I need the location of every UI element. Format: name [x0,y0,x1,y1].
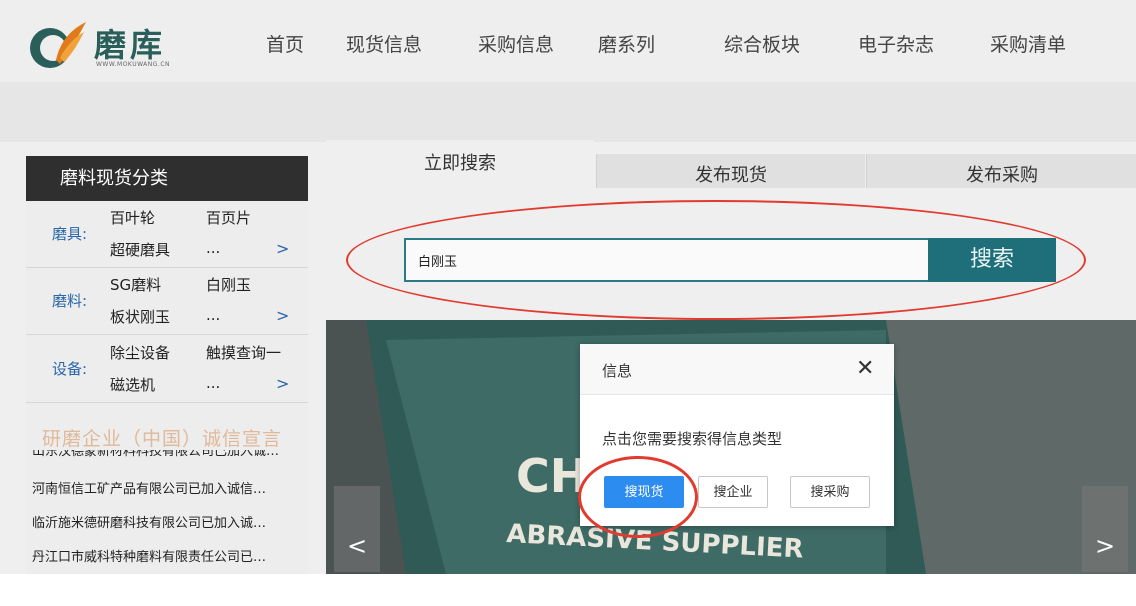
category-item[interactable]: 百叶轮 [110,207,155,228]
category-row-equipment: 设备: 除尘设备 触摸查询一 磁选机 ... > [26,336,308,403]
search-input[interactable] [404,238,928,282]
category-label: 磨具: [52,225,88,243]
category-label: 设备: [52,360,88,378]
tab-search-now[interactable]: 立即搜索 [326,140,594,188]
site-logo[interactable]: 磨库 WWW.MOKUWANG.CN [26,18,170,74]
info-dialog: 信息 ✕ 点击您需要搜索得信息类型 搜现货 搜企业 搜采购 [580,344,894,526]
header-band [0,82,1136,142]
category-more[interactable]: ... [206,239,220,257]
news-item[interactable]: 丹江口市威科特种磨料有限责任公司已… [32,546,266,565]
chevron-right-icon[interactable]: > [276,374,289,393]
integrity-slogan: 研磨企业（中国）诚信宣言 [42,428,283,450]
category-item[interactable]: 白刚玉 [206,274,251,295]
category-item[interactable]: 除尘设备 [110,342,170,363]
category-sidebar: 磨料现货分类 磨具: 百叶轮 百页片 超硬磨具 ... > 磨料: SG磨料 白… [26,156,308,574]
nav-purchase-list[interactable]: 采购清单 [990,30,1066,57]
banner-line1: CH [516,449,588,503]
nav-magazine[interactable]: 电子杂志 [858,30,934,57]
close-icon[interactable]: ✕ [856,356,874,381]
dialog-message: 点击您需要搜索得信息类型 [602,430,783,448]
banner-next-button[interactable]: > [1082,486,1128,572]
category-item[interactable]: 磁选机 [110,374,155,395]
logo-text: 磨库 [94,26,167,64]
dialog-header: 信息 ✕ [580,344,894,395]
category-label: 磨料: [52,292,88,310]
category-item[interactable]: 超硬磨具 [110,239,170,260]
category-item[interactable]: 触摸查询一 [206,342,281,363]
chevron-right-icon[interactable]: > [276,239,289,258]
category-row-tools: 磨具: 百叶轮 百页片 超硬磨具 ... > [26,201,308,268]
category-row-abrasives: 磨料: SG磨料 白刚玉 板状刚玉 ... > [26,268,308,335]
logo-icon [30,22,86,68]
category-item[interactable]: 板状刚玉 [110,306,170,327]
news-item[interactable]: 山东汉德蒙新材料科技有限公司已加入诚… [32,450,279,459]
search-stock-button[interactable]: 搜现货 [604,476,684,508]
category-item[interactable]: 百页片 [206,207,251,228]
chevron-right-icon[interactable]: > [276,306,289,325]
logo-url: WWW.MOKUWANG.CN [96,61,171,68]
nav-stock-info[interactable]: 现货信息 [346,30,422,57]
nav-purchase-info[interactable]: 采购信息 [478,30,554,57]
nav-general[interactable]: 综合板块 [724,30,800,57]
news-item[interactable]: 河南恒信工矿产品有限公司已加入诚信… [32,478,266,497]
nav-home[interactable]: 首页 [266,30,304,57]
banner-prev-button[interactable]: < [334,486,380,572]
dialog-title: 信息 [602,362,633,380]
sidebar-title: 磨料现货分类 [26,156,308,201]
category-more[interactable]: ... [206,306,220,324]
search-company-button[interactable]: 搜企业 [698,476,768,508]
nav-series[interactable]: 磨系列 [598,30,655,57]
search-purchase-button[interactable]: 搜采购 [790,476,870,508]
category-item[interactable]: SG磨料 [110,274,161,295]
top-header: 磨库 WWW.MOKUWANG.CN 首页 现货信息 采购信息 磨系列 综合板块… [0,0,1136,82]
news-item[interactable]: 临沂施米德研磨科技有限公司已加入诚… [32,512,266,531]
category-more[interactable]: ... [206,374,220,392]
search-button[interactable]: 搜索 [928,238,1056,282]
